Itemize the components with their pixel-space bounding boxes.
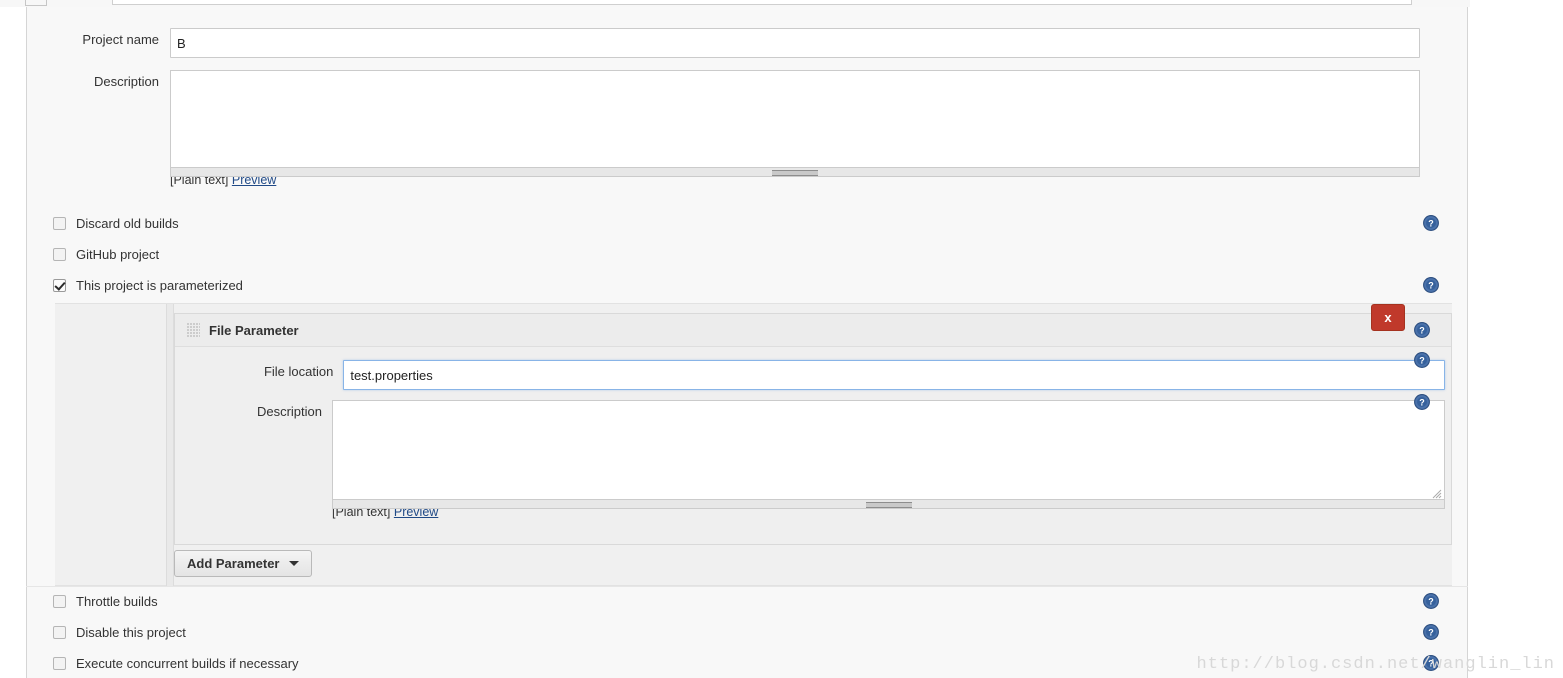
help-icon-file-parameter[interactable]: ? [1414,322,1430,338]
svg-text:?: ? [1428,597,1434,607]
svg-text:?: ? [1428,219,1434,229]
throttle-builds-checkbox[interactable] [53,595,66,608]
file-location-input[interactable] [343,360,1445,390]
checkbox-row-throttle-builds[interactable]: Throttle builds [53,594,158,609]
github-project-checkbox[interactable] [53,248,66,261]
disable-this-project-checkbox[interactable] [53,626,66,639]
watermark: http://blog.csdn.net/wanglin_lin [1196,655,1555,674]
section-divider [26,586,1468,587]
execute-concurrent-builds-checkbox[interactable] [53,657,66,670]
add-parameter-button[interactable]: Add Parameter [174,550,313,577]
help-icon-file-location[interactable]: ? [1414,352,1430,368]
project-is-parameterized-checkbox[interactable] [53,279,66,292]
previous-row-field-edge [112,0,1412,5]
parameters-gutter [166,304,174,587]
description-resize-grip[interactable] [170,168,1420,177]
svg-text:?: ? [1419,356,1425,366]
description-row: Description [Plain text] Preview [26,70,1426,187]
help-icon-project-is-parameterized[interactable]: ? [1423,277,1439,293]
file-parameter-title: File Parameter [209,322,299,338]
delete-parameter-button[interactable]: x [1371,304,1405,331]
help-icon-disable-this-project[interactable]: ? [1423,624,1439,640]
chevron-down-icon [289,561,300,566]
parameter-description-label: Description [256,404,322,419]
parameters-container: File Parameter File location Description… [55,303,1452,587]
help-icon-throttle-builds[interactable]: ? [1423,593,1439,609]
svg-text:?: ? [1419,398,1425,408]
help-icon-parameter-description[interactable]: ? [1414,394,1430,410]
checkbox-row-disable-this-project[interactable]: Disable this project [53,625,186,640]
checkbox-row-execute-concurrent-builds[interactable]: Execute concurrent builds if necessary [53,656,299,671]
file-parameter-block: File Parameter File location Description… [174,313,1452,545]
disable-this-project-label: Disable this project [76,625,186,640]
file-location-label: File location [263,364,334,379]
execute-concurrent-builds-label: Execute concurrent builds if necessary [76,656,299,671]
project-name-label: Project name [82,32,159,47]
discard-old-builds-label: Discard old builds [76,216,179,231]
parameter-description-row: Description [Plain text] Preview [175,400,1445,519]
description-textarea-wrap: [Plain text] Preview [170,70,1420,187]
project-is-parameterized-label: This project is parameterized [76,278,243,293]
add-parameter-button-label: Add Parameter [187,556,280,571]
svg-text:?: ? [1419,326,1425,336]
svg-text:?: ? [1428,281,1434,291]
file-location-row: File location [175,360,1445,390]
project-name-row: Project name [26,28,1426,58]
jenkins-job-config-screen: Project name Description [Plain text] Pr… [0,0,1563,678]
svg-text:?: ? [1428,628,1434,638]
description-label: Description [93,74,159,89]
discard-old-builds-checkbox[interactable] [53,217,66,230]
previous-row-left-edge [25,0,47,6]
file-parameter-header: File Parameter [175,314,1451,347]
parameter-description-textarea[interactable] [332,400,1445,500]
throttle-builds-label: Throttle builds [76,594,158,609]
github-project-label: GitHub project [76,247,160,262]
parameter-description-resize-grip[interactable] [332,500,1445,509]
drag-handle-icon[interactable] [187,322,200,338]
checkbox-row-discard-old-builds[interactable]: Discard old builds [53,216,179,231]
help-icon-discard-old-builds[interactable]: ? [1423,215,1439,231]
checkbox-row-project-is-parameterized[interactable]: This project is parameterized [53,278,243,293]
description-textarea[interactable] [170,70,1420,168]
project-name-input[interactable] [170,28,1420,58]
checkbox-row-github-project[interactable]: GitHub project [53,247,159,262]
parameter-description-textarea-wrap: [Plain text] Preview [332,400,1445,519]
